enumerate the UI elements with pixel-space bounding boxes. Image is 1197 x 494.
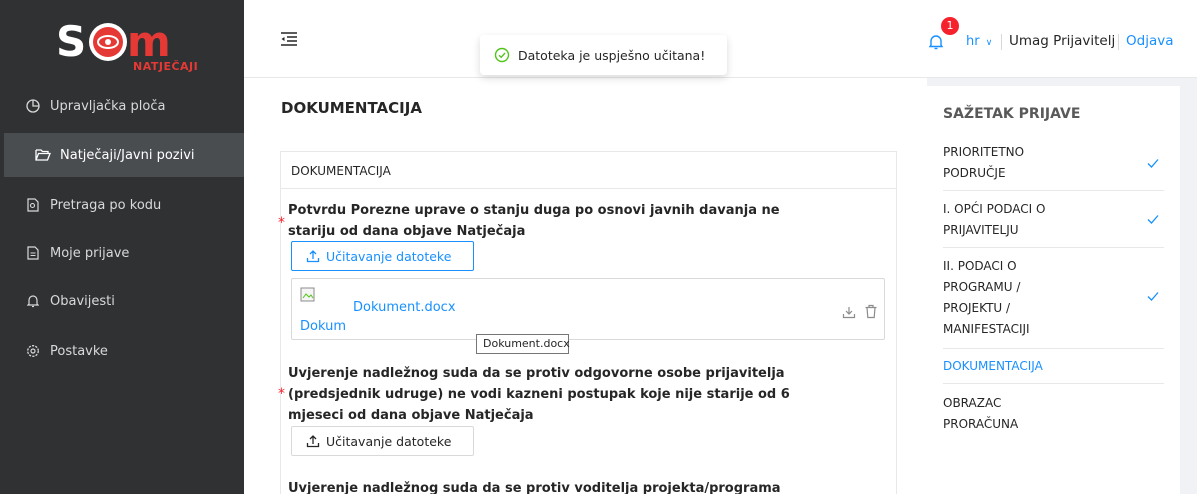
summary-title: SAŽETAK PRIJAVE [943,106,1081,122]
file-text-icon [24,244,42,262]
download-icon[interactable] [842,305,856,319]
label-line: Uvjerenje nadležnog suda da se protiv vo… [288,481,781,494]
summary-item-line: PRIJAVITELJU [943,223,1019,237]
documents-card: DOKUMENTACIJA * Potvrdu Porezne uprave o… [278,151,897,494]
summary-item-budget-form[interactable]: OBRAZAC PRORAČUNA [943,384,1164,440]
sidebar-item-label: Upravljačka ploča [50,98,166,114]
divider [1118,34,1119,50]
toast-message: Datoteka je uspješno učitana! [518,47,706,63]
main-content: DOKUMENTACIJA DOKUMENTACIJA * Potvrdu Po… [244,78,927,494]
notification-count-badge: 1 [941,17,959,35]
upload-icon [306,250,320,263]
gear-icon [24,342,42,360]
summary-item-line: MANIFESTACIJI [943,322,1030,336]
summary-item-line: II. PODACI O [943,259,1017,273]
logout-link[interactable]: Odjava [1126,33,1173,49]
check-icon [1147,215,1159,224]
notification-bell-icon[interactable] [928,34,944,50]
sidebar-item-settings[interactable]: Postavke [0,329,244,373]
file-name-tooltip: Dokument.docx [476,334,570,354]
summary-item-line: OBRAZAC [943,396,1002,410]
check-icon [1147,159,1159,168]
label-line: Uvjerenje nadležnog suda da se protiv od… [288,366,785,381]
sidebar-item-label: Obavijesti [50,293,115,309]
summary-item-line: I. OPĆI PODACI O [943,202,1046,216]
summary-item-general-data[interactable]: I. OPĆI PODACI O PRIJAVITELJU [943,191,1164,248]
file-search-icon [24,196,42,214]
pie-chart-icon [24,97,42,115]
menu-fold-icon[interactable] [280,30,298,48]
document-label-project-leader-certificate: Uvjerenje nadležnog suda da se protiv vo… [288,478,781,494]
upload-button[interactable]: Učitavanje datoteke [291,241,474,271]
document-label-tax-certificate: Potvrdu Porezne uprave o stanju duga po … [288,200,780,242]
svg-text:m: m [127,17,171,66]
label-line: Potvrdu Porezne uprave o stanju duga po … [288,203,780,218]
sidebar-item-natjecaji[interactable]: Natječaji/Javni pozivi [0,133,244,177]
summary-card: SAŽETAK PRIJAVE PRIORITETNO PODRUČJE I. … [927,86,1180,494]
broken-image-icon [300,287,315,302]
summary-item-line: DOKUMENTACIJA [943,359,1043,373]
summary-item-program-data[interactable]: II. PODACI O PROGRAMU / PROJEKTU / MANIF… [943,248,1164,349]
page-title: DOKUMENTACIJA [281,99,422,117]
label-line: stariju od dana objave Natječaja [288,224,526,239]
language-select[interactable]: hr ∨ [966,34,992,49]
uploaded-file-item: Dokument.docx Dokum [291,278,885,340]
svg-text:S: S [56,17,86,66]
language-value: hr [966,34,980,49]
summary-item-line: PROJEKTU / [943,301,1011,315]
label-line: (predsjednik udruge) ne vodi kazneni pos… [288,387,790,402]
summary-item-line: PROGRAMU / [943,280,1021,294]
upload-icon [306,435,320,448]
summary-item-documentation[interactable]: DOKUMENTACIJA [943,349,1164,384]
summary-item-priority-area[interactable]: PRIORITETNO PODRUČJE [943,135,1164,191]
logo-text: NATJEČAJI [133,60,199,73]
summary-item-line: PODRUČJE [943,166,1006,180]
logo[interactable]: S m NATJEČAJI [0,0,244,84]
upload-button[interactable]: Učitavanje datoteke [291,426,474,456]
delete-icon[interactable] [864,304,878,319]
application-summary-panel: SAŽETAK PRIJAVE PRIORITETNO PODRUČJE I. … [927,78,1197,494]
label-line: mjeseci od dana objave Natječaja [288,408,534,423]
sidebar-item-notifications[interactable]: Obavijesti [0,279,244,323]
file-thumbnail-alt[interactable]: Dokum [300,319,346,334]
chevron-down-icon: ∨ [985,38,993,48]
bell-icon [24,292,42,310]
sidebar-item-label: Natječaji/Javni pozivi [60,147,195,163]
check-circle-icon [494,47,510,63]
summary-item-line: PRIORITETNO [943,145,1025,159]
sidebar-item-label: Pretraga po kodu [50,197,162,213]
document-label-court-certificate: Uvjerenje nadležnog suda da se protiv od… [288,363,790,426]
card-title: DOKUMENTACIJA [281,152,896,189]
sidebar: S m NATJEČAJI Upravljačka ploča Natječaj… [0,0,244,494]
user-name: Umag Prijavitelj [1009,33,1116,49]
sidebar-item-label: Postavke [50,343,108,359]
sidebar-item-label: Moje prijave [50,245,130,261]
divider [1001,34,1002,50]
summary-item-line: PRORAČUNA [943,417,1019,431]
file-link[interactable]: Dokument.docx [353,300,456,315]
required-asterisk: * [278,215,285,231]
upload-button-label: Učitavanje datoteke [326,248,452,264]
success-toast: Datoteka je uspješno učitana! [480,35,727,75]
check-icon [1147,292,1159,301]
folder-open-icon [34,146,52,164]
sidebar-item-my-applications[interactable]: Moje prijave [0,231,244,275]
required-asterisk: * [278,386,285,402]
sidebar-item-dashboard[interactable]: Upravljačka ploča [0,84,244,128]
sidebar-item-search-code[interactable]: Pretraga po kodu [0,183,244,227]
upload-button-label: Učitavanje datoteke [326,433,452,449]
